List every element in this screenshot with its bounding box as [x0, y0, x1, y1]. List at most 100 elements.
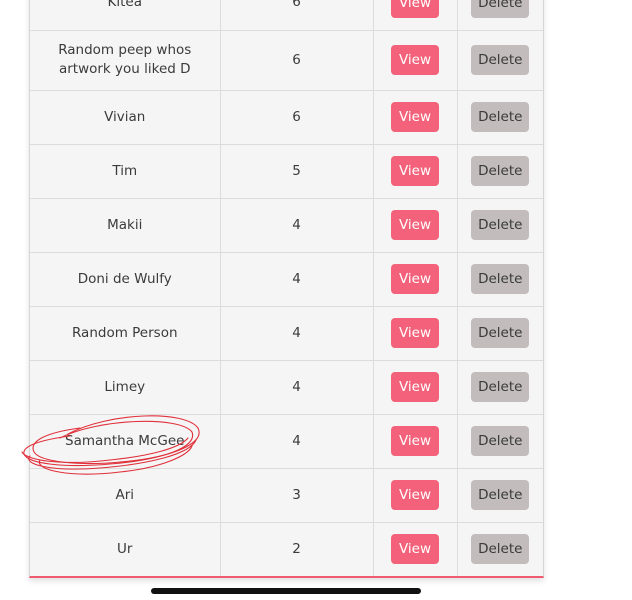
delete-button[interactable]: Delete [471, 534, 530, 565]
view-cell: View [373, 90, 458, 145]
view-button[interactable]: View [391, 210, 439, 240]
view-cell: View [373, 144, 458, 199]
table-row: Kitea 6 View Delete [30, 0, 543, 31]
contact-name: Samantha McGee [65, 432, 185, 449]
view-cell: View [373, 468, 458, 523]
count-value: 6 [292, 108, 301, 125]
count-cell: 2 [220, 522, 374, 576]
delete-button[interactable]: Delete [471, 318, 530, 348]
count-cell: 3 [220, 468, 374, 523]
view-cell: View [373, 0, 458, 31]
count-value: 5 [292, 162, 301, 179]
view-button[interactable]: View [391, 534, 439, 565]
count-cell: 6 [220, 0, 374, 31]
delete-cell: Delete [457, 306, 543, 361]
leaderboard-table: Kitea 6 View Delete Random peep whos artwork… [30, 0, 543, 576]
table-row: Tim 5 View Delete [30, 144, 543, 199]
view-button[interactable]: View [391, 372, 439, 402]
count-value: 4 [292, 378, 301, 395]
view-button[interactable]: View [391, 264, 439, 294]
delete-button[interactable]: Delete [471, 156, 530, 186]
delete-button[interactable]: Delete [471, 102, 530, 132]
view-cell: View [373, 522, 458, 576]
count-cell: 6 [220, 90, 374, 145]
contact-name: Random peep whos artwork you liked D [58, 42, 192, 77]
count-value: 4 [292, 216, 301, 233]
table-row: Makii 4 View Delete [30, 198, 543, 253]
view-button[interactable]: View [391, 156, 439, 186]
name-cell: Ari [30, 468, 221, 523]
table-row: Samantha McGee 4 View Delete [30, 414, 543, 469]
name-cell: Doni de Wulfy [30, 252, 221, 307]
view-cell: View [373, 306, 458, 361]
count-value: 6 [292, 0, 301, 11]
table-row: Ur 2 View Delete [30, 522, 543, 576]
delete-cell: Delete [457, 522, 543, 576]
view-button[interactable]: View [391, 102, 439, 132]
contact-name: Tim [112, 162, 138, 179]
name-cell: Random Person [30, 306, 221, 361]
table-body: Kitea 6 View Delete Random peep whos artwork… [30, 0, 543, 576]
name-cell: Limey [30, 360, 221, 415]
delete-button[interactable]: Delete [471, 0, 530, 18]
contact-name: Kitea [107, 0, 142, 11]
view-button[interactable]: View [391, 45, 439, 75]
delete-cell: Delete [457, 414, 543, 469]
view-cell: View [373, 198, 458, 253]
name-cell: Kitea [30, 0, 221, 31]
view-cell: View [373, 414, 458, 469]
delete-button[interactable]: Delete [471, 210, 530, 240]
delete-button[interactable]: Delete [471, 264, 530, 294]
contact-name: Makii [107, 216, 143, 233]
delete-cell: Delete [457, 360, 543, 415]
contact-name: Vivian [104, 108, 146, 125]
delete-cell: Delete [457, 252, 543, 307]
name-cell: Makii [30, 198, 221, 253]
view-cell: View [373, 252, 458, 307]
count-value: 3 [292, 486, 301, 503]
name-cell: Ur [30, 522, 221, 576]
count-value: 2 [292, 540, 301, 557]
home-indicator[interactable] [151, 588, 421, 594]
name-cell: Samantha McGee [30, 414, 221, 469]
count-cell: 6 [220, 30, 374, 91]
contact-name: Doni de Wulfy [77, 270, 172, 287]
count-value: 4 [292, 270, 301, 287]
contact-name: Ari [115, 486, 135, 503]
view-cell: View [373, 360, 458, 415]
delete-button[interactable]: Delete [471, 426, 530, 456]
name-cell: Random peep whos artwork you liked D [30, 30, 221, 91]
count-cell: 4 [220, 360, 374, 415]
count-value: 4 [292, 432, 301, 449]
view-button[interactable]: View [391, 318, 439, 348]
table-row: Random Person 4 View Delete [30, 306, 543, 361]
count-cell: 4 [220, 306, 374, 361]
delete-cell: Delete [457, 144, 543, 199]
table-row: Doni de Wulfy 4 View Delete [30, 252, 543, 307]
count-cell: 4 [220, 252, 374, 307]
view-button[interactable]: View [391, 480, 439, 510]
delete-cell: Delete [457, 90, 543, 145]
count-cell: 4 [220, 414, 374, 469]
contact-name: Ur [117, 540, 133, 557]
contact-name: Random Person [71, 324, 178, 341]
delete-cell: Delete [457, 30, 543, 91]
delete-cell: Delete [457, 0, 543, 31]
contact-name: Limey [104, 378, 146, 395]
view-button[interactable]: View [391, 0, 439, 18]
name-cell: Tim [30, 144, 221, 199]
view-button[interactable]: View [391, 426, 439, 456]
count-value: 4 [292, 324, 301, 341]
delete-button[interactable]: Delete [471, 45, 530, 75]
table-row: Random peep whos artwork you liked D 6 Vie… [30, 30, 543, 91]
delete-cell: Delete [457, 198, 543, 253]
table-row: Ari 3 View Delete [30, 468, 543, 523]
count-cell: 4 [220, 198, 374, 253]
table-row: Vivian 6 View Delete [30, 90, 543, 145]
delete-button[interactable]: Delete [471, 372, 530, 402]
table-row: Limey 4 View Delete [30, 360, 543, 415]
delete-cell: Delete [457, 468, 543, 523]
leaderboard-card: Kitea 6 View Delete Random peep whos artwork… [29, 0, 544, 578]
delete-button[interactable]: Delete [471, 480, 530, 510]
name-cell: Vivian [30, 90, 221, 145]
